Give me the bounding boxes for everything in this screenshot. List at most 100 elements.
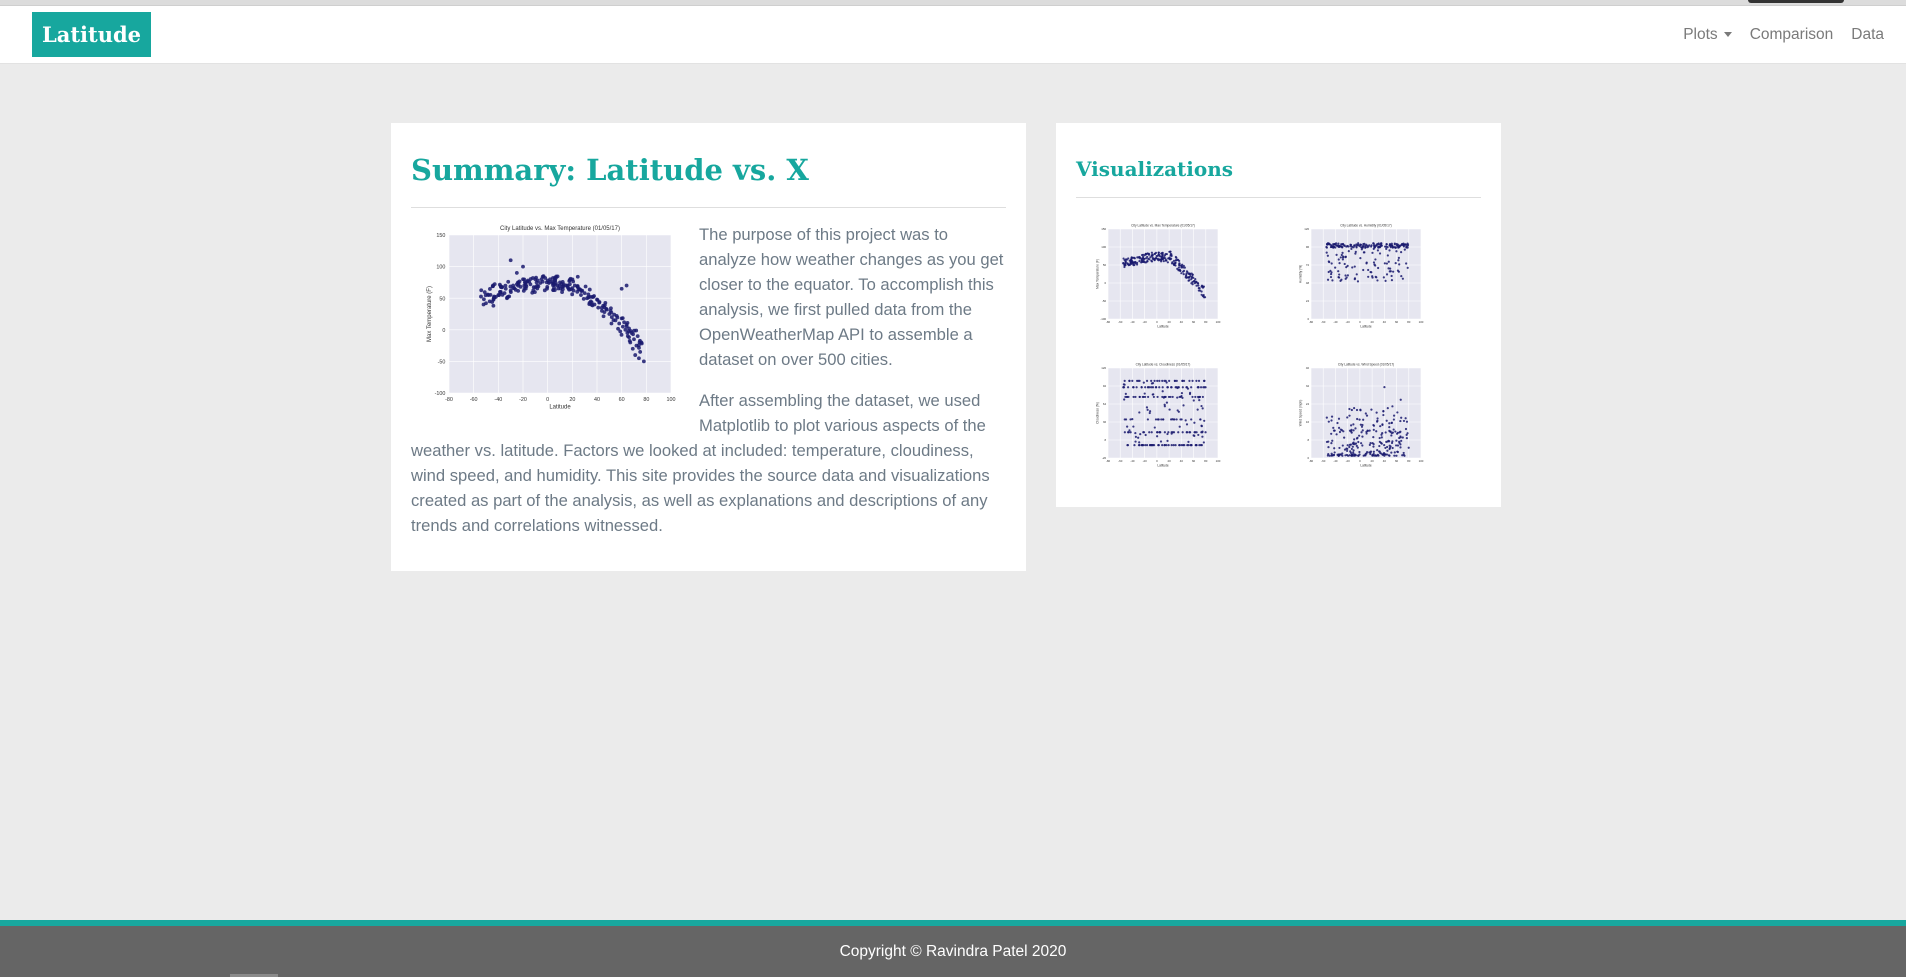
data-point xyxy=(1202,285,1205,288)
data-point xyxy=(1137,256,1140,259)
x-tick-label: 40 xyxy=(1180,459,1184,463)
data-point xyxy=(1175,418,1178,421)
data-point xyxy=(1399,436,1402,439)
data-point xyxy=(1352,423,1355,426)
data-point xyxy=(1129,431,1132,434)
data-point xyxy=(1355,243,1358,246)
y-tick-label: 92 xyxy=(1103,384,1107,388)
data-point xyxy=(1370,408,1373,411)
data-point xyxy=(1366,451,1369,454)
x-tick-label: 60 xyxy=(1192,320,1196,324)
data-point xyxy=(1333,451,1336,454)
data-point xyxy=(1326,454,1330,457)
y-tick-label: -100 xyxy=(435,391,446,397)
data-point xyxy=(1141,395,1144,399)
data-point xyxy=(1350,447,1353,451)
data-point xyxy=(1337,426,1341,429)
data-point xyxy=(1147,395,1150,399)
y-tick-label: 120 xyxy=(1101,366,1106,370)
data-point xyxy=(1395,250,1398,253)
nav-data-link[interactable]: Data xyxy=(1851,26,1884,44)
data-point xyxy=(1397,259,1400,262)
data-point xyxy=(1357,242,1360,245)
data-point xyxy=(1134,435,1137,438)
data-point xyxy=(1381,453,1385,456)
data-point xyxy=(597,300,602,305)
data-point xyxy=(1339,256,1342,259)
data-point xyxy=(1381,432,1384,435)
data-point xyxy=(1134,440,1137,443)
data-point xyxy=(1164,253,1167,256)
data-point xyxy=(1157,444,1160,447)
data-point xyxy=(1338,273,1341,276)
thumb-temperature-plot[interactable]: City Latitude vs. Max Temperature (01/05… xyxy=(1076,221,1231,333)
data-point xyxy=(1356,280,1360,283)
nav-plots-dropdown[interactable]: Plots xyxy=(1683,26,1732,44)
data-point xyxy=(1390,451,1393,454)
brand-logo-link[interactable]: Latitude xyxy=(32,12,151,57)
thumb-cloudiness-plot[interactable]: City Latitude vs. Cloudiness (01/05/17) L… xyxy=(1076,360,1231,472)
data-point xyxy=(1403,248,1406,251)
data-point xyxy=(1347,250,1350,253)
data-point xyxy=(1390,441,1394,445)
data-point xyxy=(575,274,580,279)
data-point xyxy=(1365,430,1368,434)
data-point xyxy=(1346,416,1349,419)
x-axis-label: Latitude xyxy=(1157,463,1169,467)
x-tick-label: -80 xyxy=(1106,459,1111,463)
data-point xyxy=(1179,418,1182,421)
data-point xyxy=(1376,417,1379,420)
data-point xyxy=(1377,454,1380,457)
x-axis-label: Latitude xyxy=(1360,324,1372,328)
x-tick-label: -40 xyxy=(1130,459,1135,463)
y-tick-label: -50 xyxy=(1102,299,1107,303)
nav-comparison-link[interactable]: Comparison xyxy=(1750,26,1834,44)
data-point xyxy=(1405,245,1408,248)
data-point xyxy=(479,288,484,293)
data-point xyxy=(1163,395,1167,399)
summary-divider xyxy=(411,207,1006,208)
data-point xyxy=(1387,439,1390,442)
thumb-humidity-plot[interactable]: City Latitude vs. Humidity (01/05/17) Lat… xyxy=(1279,221,1434,333)
data-point xyxy=(1123,398,1126,401)
data-point xyxy=(1362,418,1365,421)
data-point xyxy=(1358,434,1361,437)
data-point xyxy=(1392,428,1395,431)
data-point xyxy=(1168,408,1171,411)
copyright-text: Copyright © Ravindra Patel 2020 xyxy=(839,943,1067,960)
data-point xyxy=(545,284,550,289)
data-point xyxy=(1122,262,1125,265)
data-point xyxy=(1187,272,1191,275)
thumb-wind-speed-plot[interactable]: City Latitude vs. Wind Speed (01/05/17) L… xyxy=(1279,360,1434,472)
data-point xyxy=(1325,245,1328,249)
x-tick-label: 80 xyxy=(1407,320,1411,324)
data-point xyxy=(1393,451,1396,454)
data-point xyxy=(1185,272,1188,275)
data-point xyxy=(579,293,583,297)
data-point xyxy=(1338,446,1341,450)
data-point xyxy=(1386,406,1389,410)
data-point xyxy=(1359,256,1362,260)
data-point xyxy=(1348,414,1351,417)
data-point xyxy=(1399,446,1402,449)
data-point xyxy=(1403,454,1406,457)
data-point xyxy=(1130,261,1133,265)
data-point xyxy=(1407,446,1410,449)
data-point xyxy=(1131,379,1134,382)
data-point xyxy=(1162,418,1165,421)
data-point xyxy=(1191,280,1194,284)
data-point xyxy=(1163,431,1166,434)
data-point xyxy=(615,315,620,320)
data-point xyxy=(1340,278,1343,281)
y-tick-label: 150 xyxy=(436,233,445,239)
data-point xyxy=(1348,445,1351,449)
data-point xyxy=(1390,279,1394,282)
data-point xyxy=(1188,379,1191,382)
y-tick-label: -20 xyxy=(1102,456,1107,460)
data-point xyxy=(540,274,545,279)
data-point xyxy=(1193,431,1196,434)
x-tick-label: 100 xyxy=(667,397,676,403)
data-point xyxy=(1190,276,1193,280)
data-point xyxy=(1197,379,1201,382)
data-point xyxy=(1383,262,1386,265)
